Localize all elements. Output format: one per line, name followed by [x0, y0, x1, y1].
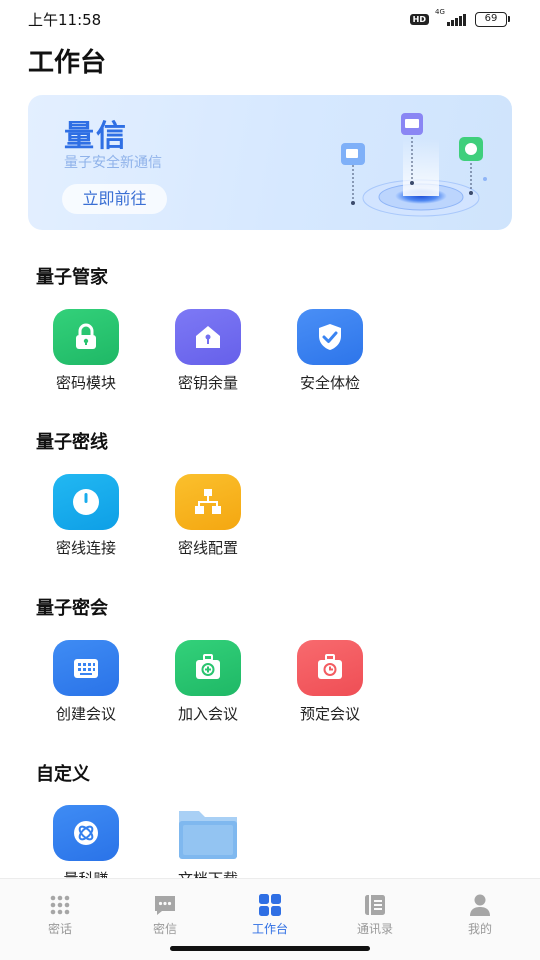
crypto-module-label: 密码模块	[55, 374, 116, 392]
profile-icon	[470, 894, 490, 916]
shield-check-icon	[297, 309, 363, 365]
home-indicator[interactable]	[170, 946, 370, 951]
hd-badge: HD	[409, 13, 429, 25]
line-connect-label: 密线连接	[55, 539, 116, 557]
join-meeting-icon	[175, 640, 241, 696]
security-check-label: 安全体检	[299, 374, 360, 392]
create-meeting-label: 创建会议	[55, 705, 116, 723]
keyboard-icon	[53, 640, 119, 696]
key-balance-item[interactable]: 密钥余量	[153, 309, 263, 399]
page-title: 工作台	[28, 48, 107, 78]
contacts-book-icon	[365, 895, 385, 915]
liangxin-banner[interactable]: 量信 量子安全新通信 立即前往	[28, 95, 512, 230]
folder-icon	[175, 805, 241, 861]
go-now-button[interactable]: 立即前往	[62, 184, 167, 214]
signal-icon: 4G	[435, 8, 469, 27]
nav-tab-workbench[interactable]: 工作台	[230, 893, 310, 937]
battery-icon: 69	[475, 11, 510, 27]
line-connect-item[interactable]: 密线连接	[31, 474, 141, 564]
nav-label-secure-message: 密信	[152, 922, 177, 936]
power-icon	[53, 474, 119, 530]
section-title-housekeeper: 量子管家	[36, 267, 108, 288]
nav-tab-secure-call[interactable]: 密话	[20, 893, 100, 937]
nav-label-secure-call: 密话	[47, 922, 72, 936]
section-title-custom: 自定义	[36, 764, 90, 785]
schedule-meeting-label: 预定会议	[299, 705, 360, 723]
status-indicators: HD 4G 69	[409, 8, 510, 27]
section-title-meeting: 量子密会	[36, 598, 108, 619]
message-icon	[155, 896, 175, 915]
nav-tab-mine[interactable]: 我的	[440, 893, 520, 937]
nav-label-contacts: 通讯录	[356, 922, 393, 936]
network-type: 4G	[435, 8, 445, 16]
security-check-item[interactable]: 安全体检	[275, 309, 385, 399]
nav-tab-secure-message[interactable]: 密信	[125, 893, 205, 937]
schedule-meeting-item[interactable]: 预定会议	[275, 640, 385, 730]
house-key-icon	[175, 309, 241, 365]
status-bar: 上午11:58 HD 4G 69	[0, 0, 540, 38]
schedule-meeting-icon	[297, 640, 363, 696]
join-meeting-label: 加入会议	[177, 705, 238, 723]
atom-icon	[53, 805, 119, 861]
workbench-grid-icon	[259, 894, 281, 916]
battery-level: 69	[475, 11, 507, 27]
banner-subtitle: 量子安全新通信	[64, 155, 162, 171]
section-title-secure-line: 量子密线	[36, 432, 108, 453]
banner-title: 量信	[64, 119, 128, 154]
quantum-communication-illustration	[341, 113, 487, 217]
status-time: 上午11:58	[28, 11, 102, 29]
nav-label-mine: 我的	[467, 922, 492, 936]
dialpad-icon	[50, 895, 70, 915]
line-config-item[interactable]: 密线配置	[153, 474, 263, 564]
join-meeting-item[interactable]: 加入会议	[153, 640, 263, 730]
nav-tab-contacts[interactable]: 通讯录	[335, 893, 415, 937]
network-tree-icon	[175, 474, 241, 530]
create-meeting-item[interactable]: 创建会议	[31, 640, 141, 730]
key-balance-label: 密钥余量	[177, 374, 238, 392]
nav-label-workbench: 工作台	[251, 922, 288, 936]
line-config-label: 密线配置	[177, 539, 238, 557]
lock-icon	[53, 309, 119, 365]
crypto-module-item[interactable]: 密码模块	[31, 309, 141, 399]
